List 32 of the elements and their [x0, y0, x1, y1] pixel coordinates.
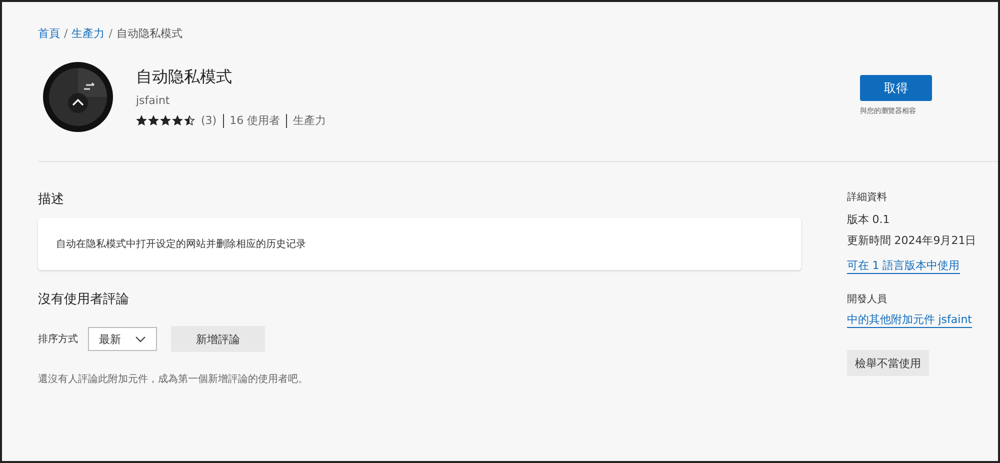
breadcrumb-current: 自动隐私模式	[116, 26, 182, 41]
get-button[interactable]: 取得	[860, 75, 932, 101]
breadcrumb-link[interactable]: 生產力	[72, 26, 105, 41]
star-icon	[160, 115, 171, 126]
description-card: 自动在隐私模式中打开设定的网站并删除相应的历史记录	[38, 218, 801, 270]
category-label: 生產力	[293, 113, 326, 128]
addon-logo-icon	[42, 61, 114, 133]
breadcrumb-separator: /	[108, 27, 112, 40]
section-heading: 描述	[38, 191, 65, 208]
addon-title: 自动隐私模式	[136, 67, 233, 88]
version-text: 版本 0.1	[846, 212, 891, 227]
rating-count: (3)	[201, 114, 217, 127]
breadcrumb-separator: /	[64, 27, 68, 40]
breadcrumb-link[interactable]: 首頁	[38, 26, 60, 41]
details-heading: 詳細資料	[846, 190, 888, 204]
section-heading: 沒有使用者評論	[38, 291, 130, 308]
user-count: 16 使用者	[230, 113, 280, 128]
star-icon	[148, 115, 159, 126]
languages-link[interactable]: 可在 1 語言版本中使用	[846, 258, 960, 274]
author-name: jsfaint	[136, 94, 171, 107]
sort-label: 排序方式	[38, 332, 78, 346]
star-icon	[136, 115, 147, 126]
star-icon	[184, 115, 195, 126]
developer-link[interactable]: 中的其他附加元件 jsfaint	[846, 312, 972, 328]
report-button[interactable]: 檢舉不當使用	[846, 350, 929, 376]
sort-dropdown[interactable]: 最新	[88, 327, 157, 351]
developer-heading: 開發人員	[846, 293, 888, 306]
chevron-down-icon	[135, 336, 146, 342]
star-icon	[172, 115, 183, 126]
empty-reviews-text: 還沒有人評論此附加元件，成為第一個新增評論的使用者吧。	[38, 372, 309, 386]
updated-text: 更新時間 2024年9月21日	[846, 233, 978, 248]
add-review-button[interactable]: 新增評論	[171, 326, 265, 352]
